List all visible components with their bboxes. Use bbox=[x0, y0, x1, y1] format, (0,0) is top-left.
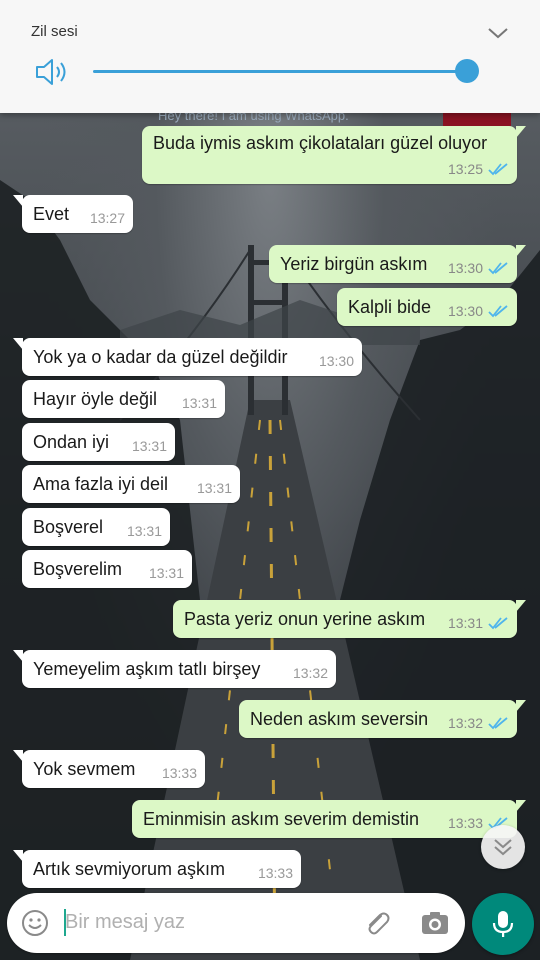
message-time: 13:31 bbox=[181, 395, 217, 411]
message-time: 13:33 bbox=[447, 815, 483, 831]
volume-slider-track[interactable] bbox=[93, 70, 467, 73]
message-text: Ama fazla iyi deil bbox=[33, 474, 169, 494]
message-time: 13:32 bbox=[447, 715, 483, 731]
ringtone-volume-panel: Zil sesi bbox=[0, 0, 540, 113]
emoji-icon[interactable] bbox=[21, 909, 49, 937]
volume-panel-title: Zil sesi bbox=[31, 23, 78, 40]
message-time: 13:31 bbox=[196, 480, 232, 496]
read-receipt-icon bbox=[488, 262, 508, 275]
camera-icon[interactable] bbox=[420, 909, 450, 937]
message-time: 13:27 bbox=[89, 210, 125, 226]
message-time: 13:32 bbox=[292, 665, 328, 681]
message-time: 13:31 bbox=[126, 523, 162, 539]
message-text: Buda iymis askım çikolataları güzel oluy… bbox=[153, 133, 488, 153]
quoted-thumbnail bbox=[443, 112, 511, 126]
speaker-icon[interactable] bbox=[34, 56, 70, 88]
message-text: Boşverel bbox=[33, 517, 104, 537]
read-receipt-icon bbox=[488, 617, 508, 630]
message-text: Ondan iyi bbox=[33, 432, 110, 452]
read-receipt-icon bbox=[488, 305, 508, 318]
incoming-message[interactable]: Ama fazla iyi deil 13:31 bbox=[22, 465, 240, 503]
read-receipt-icon bbox=[488, 163, 508, 176]
message-time: 13:31 bbox=[148, 565, 184, 581]
message-text: Yok sevmem bbox=[33, 759, 136, 779]
incoming-message[interactable]: Yok ya o kadar da güzel değildir 13:30 bbox=[13, 338, 362, 376]
message-text: Pasta yeriz onun yerine askım bbox=[184, 609, 426, 629]
incoming-message[interactable]: Boşverel 13:31 bbox=[22, 508, 170, 546]
message-time: 13:30 bbox=[447, 303, 483, 319]
outgoing-message[interactable]: Kalpli bide 13:30 bbox=[337, 288, 517, 326]
message-text: Eminmisin askım severim demistin bbox=[143, 809, 420, 829]
incoming-message[interactable]: Yemeyelim aşkım tatlı birşey 13:32 bbox=[13, 650, 336, 688]
message-text: Boşverelim bbox=[33, 559, 123, 579]
incoming-message[interactable]: Yok sevmem 13:33 bbox=[13, 750, 205, 788]
message-time: 13:33 bbox=[161, 765, 197, 781]
incoming-message[interactable]: Evet 13:27 bbox=[13, 195, 133, 233]
message-text: Yemeyelim aşkım tatlı birşey bbox=[33, 659, 261, 679]
message-text: Hayır öyle değil bbox=[33, 389, 158, 409]
incoming-message[interactable]: Ondan iyi 13:31 bbox=[22, 423, 175, 461]
outgoing-message[interactable]: Buda iymis askım çikolataları güzel oluy… bbox=[142, 126, 526, 184]
outgoing-message[interactable]: Eminmisin askım severim demistin 13:33 bbox=[132, 800, 526, 838]
message-time: 13:33 bbox=[257, 865, 293, 881]
microphone-icon bbox=[492, 911, 514, 937]
message-time: 13:31 bbox=[447, 615, 483, 631]
outgoing-message[interactable]: Neden askım seversin 13:32 bbox=[239, 700, 526, 738]
message-composer: Bir mesaj yaz bbox=[7, 893, 465, 953]
scroll-to-bottom-button[interactable] bbox=[481, 825, 525, 869]
message-text: Yeriz birgün askım bbox=[280, 254, 428, 274]
message-text: Evet bbox=[33, 204, 70, 224]
outgoing-message[interactable]: Pasta yeriz onun yerine askım 13:31 bbox=[173, 600, 526, 638]
incoming-message[interactable]: Hayır öyle değil 13:31 bbox=[22, 380, 225, 418]
message-time: 13:25 bbox=[447, 161, 483, 177]
chevron-down-icon[interactable] bbox=[486, 24, 510, 42]
message-input[interactable]: Bir mesaj yaz bbox=[65, 911, 185, 934]
incoming-message[interactable]: Boşverelim 13:31 bbox=[22, 550, 192, 588]
voice-record-button[interactable] bbox=[472, 893, 534, 955]
message-text: Artık sevmiyorum aşkım bbox=[33, 859, 226, 879]
message-time: 13:30 bbox=[447, 260, 483, 276]
outgoing-message[interactable]: Yeriz birgün askım 13:30 bbox=[269, 245, 526, 283]
message-text: Neden askım seversin bbox=[250, 709, 429, 729]
volume-slider-thumb[interactable] bbox=[455, 59, 479, 83]
message-text: Kalpli bide bbox=[348, 297, 432, 317]
message-text: Yok ya o kadar da güzel değildir bbox=[33, 347, 288, 367]
message-time: 13:31 bbox=[131, 438, 167, 454]
incoming-message[interactable]: Artık sevmiyorum aşkım 13:33 bbox=[13, 850, 301, 888]
double-chevron-down-icon bbox=[494, 839, 512, 856]
message-time: 13:30 bbox=[318, 353, 354, 369]
read-receipt-icon bbox=[488, 717, 508, 730]
paperclip-icon[interactable] bbox=[362, 908, 392, 938]
